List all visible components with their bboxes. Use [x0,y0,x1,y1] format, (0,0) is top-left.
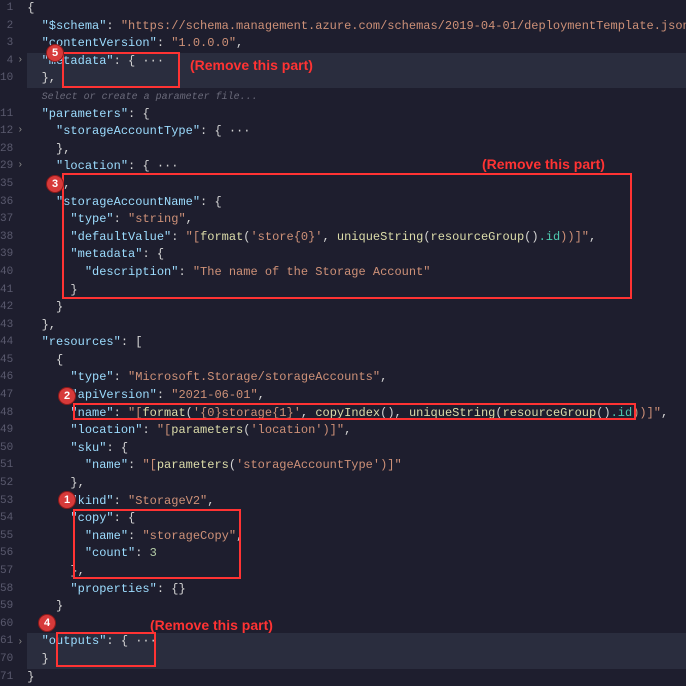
badge-4: 4 [38,614,56,632]
badge-1: 1 [58,491,76,509]
badge-3: 3 [46,175,64,193]
badge-2: 2 [58,387,76,405]
fold-icon[interactable]: › [17,637,23,648]
code-editor: 1 2 3 4 10 11 12 28 29 35 36 37 38 39 40… [0,0,686,634]
badge-5: 5 [46,44,64,62]
codelens-hint[interactable]: Select or create a parameter file... [42,92,258,103]
code-area[interactable]: { "$schema": "https://schema.management.… [19,0,686,634]
line-gutter: 1 2 3 4 10 11 12 28 29 35 36 37 38 39 40… [0,0,19,634]
